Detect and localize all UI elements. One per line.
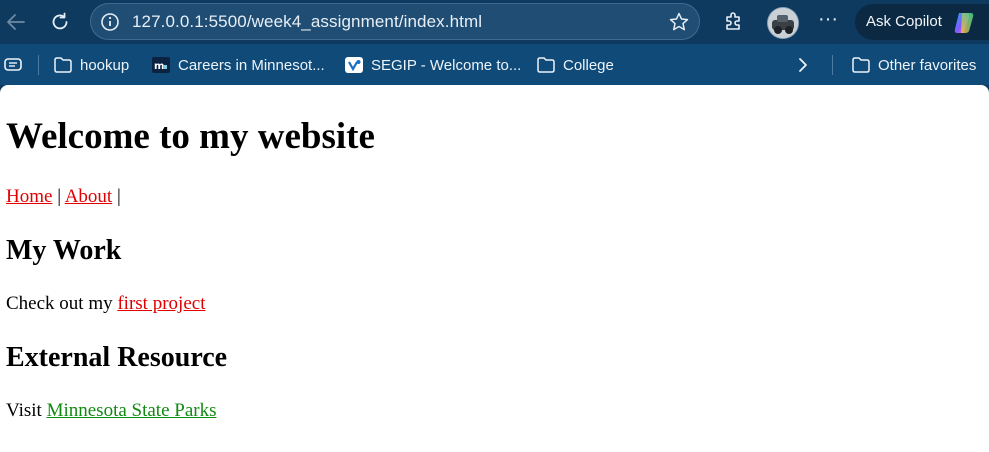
address-text[interactable]: 127.0.0.1:5500/week4_assignment/index.ht… xyxy=(132,12,482,32)
nav-home-link[interactable]: Home xyxy=(6,186,52,207)
svg-text:m: m xyxy=(154,61,164,72)
favorites-divider xyxy=(832,55,833,75)
favorites-overflow-chevron-icon[interactable] xyxy=(795,54,811,76)
favorites-bar: hookup m Careers in Minnesot... SEGIP - … xyxy=(0,44,989,85)
nav-separator: | xyxy=(112,186,121,207)
folder-icon xyxy=(535,55,557,75)
reading-view-icon[interactable] xyxy=(3,54,23,76)
external-intro: Visit xyxy=(6,400,47,421)
my-work-text: Check out my first project xyxy=(6,293,205,315)
favorite-hookup[interactable]: hookup xyxy=(52,54,129,76)
my-work-heading: My Work xyxy=(6,235,122,266)
favorite-label: Careers in Minnesot... xyxy=(178,56,325,74)
segip-icon xyxy=(343,55,365,75)
page-content: Welcome to my website Home | About | My … xyxy=(0,85,989,452)
mn-logo-icon: m xyxy=(150,55,172,75)
external-resource-heading: External Resource xyxy=(6,342,228,373)
favorite-segip[interactable]: SEGIP - Welcome to... xyxy=(343,54,521,76)
site-nav: Home | About | xyxy=(6,186,121,208)
nav-separator: | xyxy=(52,186,65,207)
favorite-label: College xyxy=(563,56,614,74)
back-arrow-icon xyxy=(7,14,25,30)
site-info-icon[interactable] xyxy=(100,12,120,32)
folder-icon xyxy=(850,55,872,75)
puzzle-icon xyxy=(726,12,740,30)
favorite-star-icon[interactable] xyxy=(668,11,690,33)
external-resource-text: Visit Minnesota State Parks xyxy=(6,400,217,422)
copilot-logo-icon xyxy=(954,13,974,33)
folder-icon xyxy=(52,55,74,75)
browser-window: 127.0.0.1:5500/week4_assignment/index.ht… xyxy=(0,0,989,452)
refresh-button[interactable] xyxy=(44,6,76,38)
profile-avatar[interactable] xyxy=(768,8,798,38)
copilot-label: Ask Copilot xyxy=(866,13,942,30)
first-project-link[interactable]: first project xyxy=(117,293,205,314)
ask-copilot-button[interactable]: Ask Copilot xyxy=(855,4,989,40)
more-options-icon[interactable]: ··· xyxy=(815,9,841,34)
minnesota-state-parks-link[interactable]: Minnesota State Parks xyxy=(47,400,217,421)
back-button[interactable] xyxy=(0,6,32,38)
page-title: Welcome to my website xyxy=(6,116,375,157)
browser-toolbar: 127.0.0.1:5500/week4_assignment/index.ht… xyxy=(0,0,989,44)
other-favorites[interactable]: Other favorites xyxy=(850,54,976,76)
extensions-button[interactable] xyxy=(721,9,745,33)
address-bar[interactable]: 127.0.0.1:5500/week4_assignment/index.ht… xyxy=(90,3,700,40)
refresh-icon xyxy=(52,12,68,30)
other-favorites-label: Other favorites xyxy=(878,56,977,74)
favorite-college[interactable]: College xyxy=(535,54,614,76)
nav-about-link[interactable]: About xyxy=(65,186,113,207)
favorites-divider xyxy=(38,55,39,75)
favorite-careers-minnesota[interactable]: m Careers in Minnesot... xyxy=(150,54,325,76)
my-work-intro: Check out my xyxy=(6,293,118,314)
favorite-label: SEGIP - Welcome to... xyxy=(371,56,522,74)
favorite-label: hookup xyxy=(80,56,130,74)
